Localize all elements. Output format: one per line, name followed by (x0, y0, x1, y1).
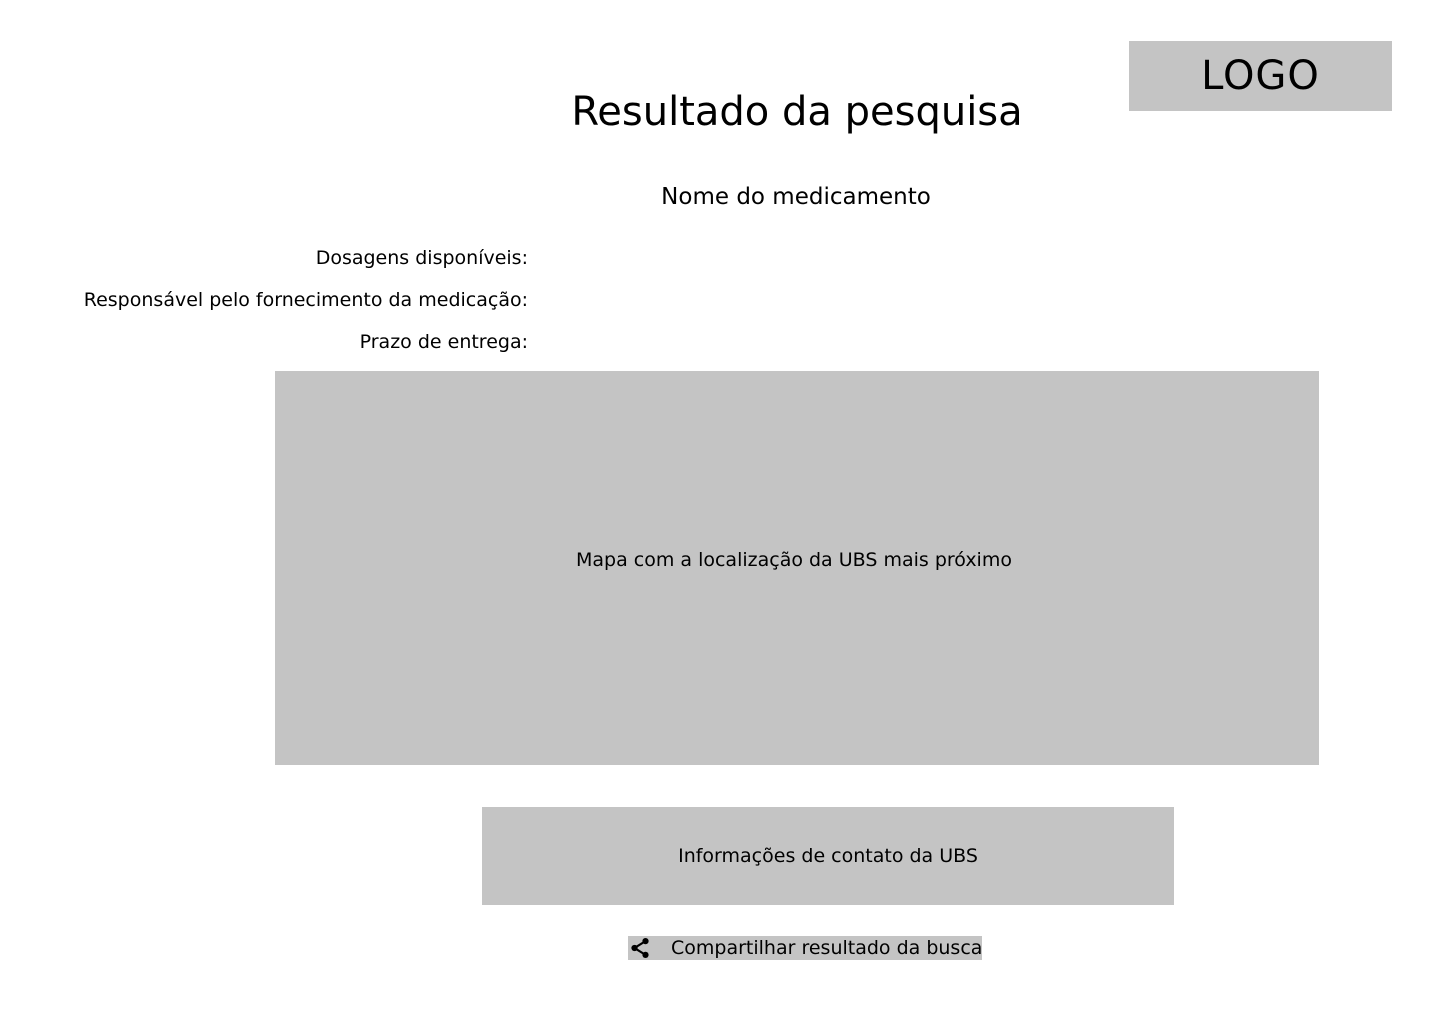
map-label: Mapa com a localização da UBS mais próxi… (576, 549, 1012, 571)
logo[interactable]: LOGO (1129, 41, 1392, 111)
delivery-time-label: Prazo de entrega: (359, 331, 528, 353)
medication-name: Nome do medicamento (661, 184, 931, 210)
share-label: Compartilhar resultado da busca (671, 937, 982, 959)
share-icon (629, 936, 651, 960)
dosages-label: Dosagens disponíveis: (315, 247, 528, 269)
ubs-contact-info[interactable]: Informações de contato da UBS (482, 807, 1174, 905)
contact-info-label: Informações de contato da UBS (678, 845, 978, 867)
supplier-label: Responsável pelo fornecimento da medicaç… (83, 289, 528, 311)
page-title: Resultado da pesquisa (571, 89, 1023, 135)
share-button[interactable]: Compartilhar resultado da busca (628, 936, 982, 960)
